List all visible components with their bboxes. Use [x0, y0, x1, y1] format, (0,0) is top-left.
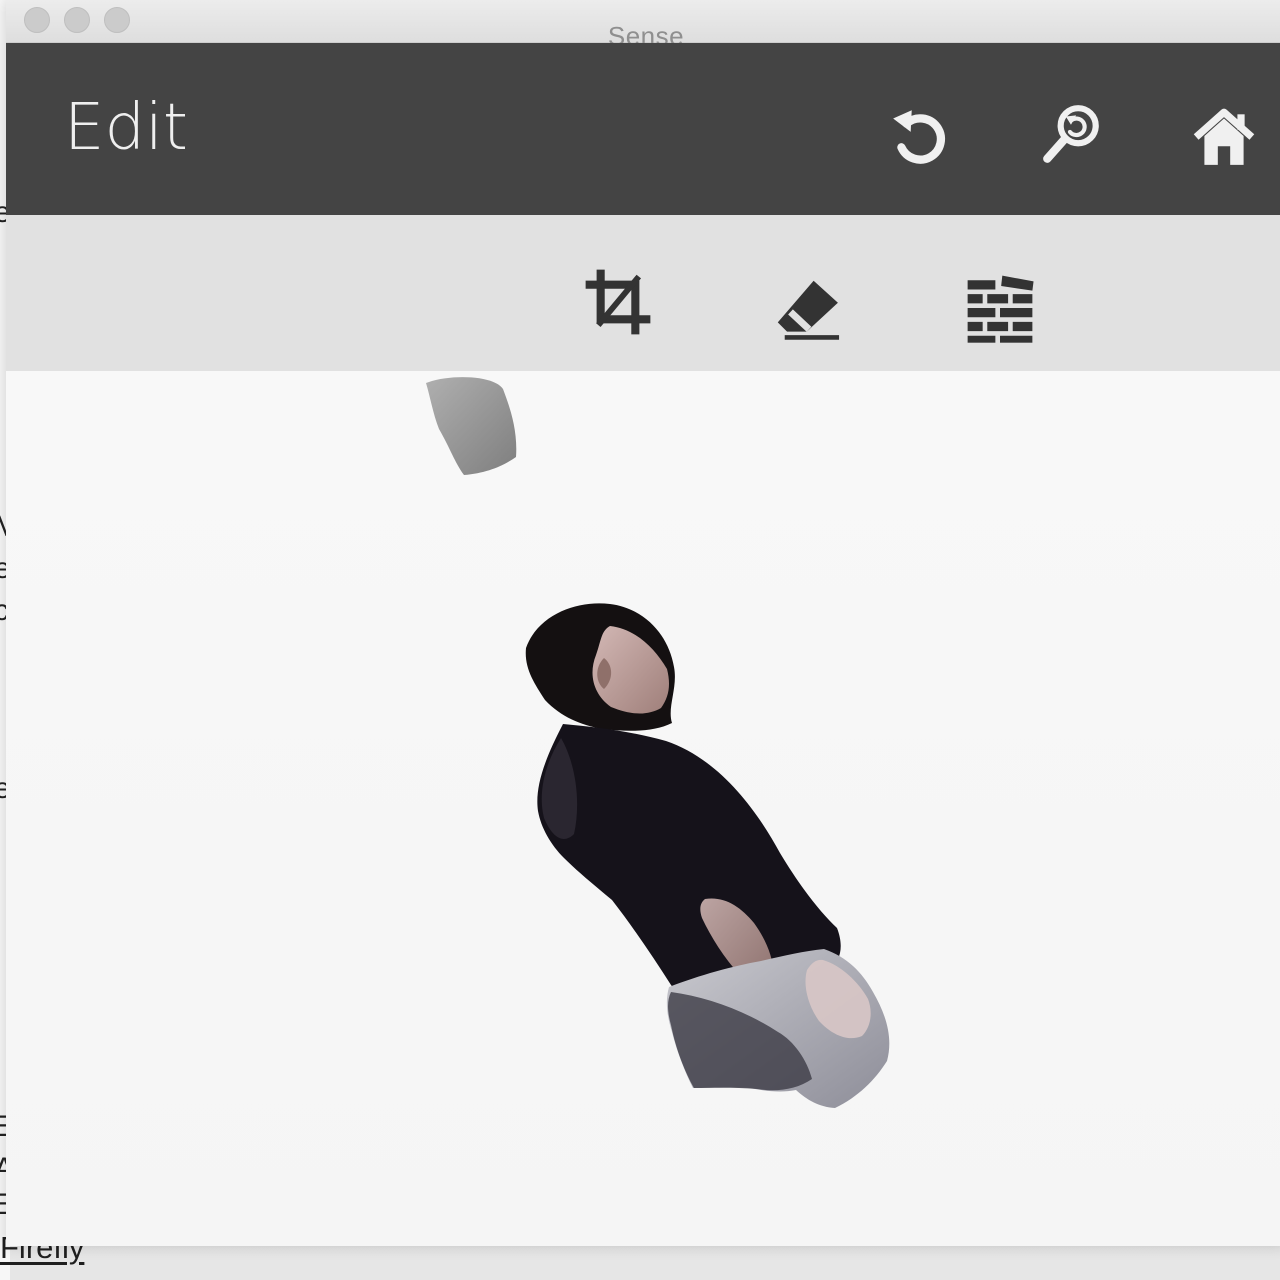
solidify-button[interactable]	[961, 269, 1039, 347]
home-button[interactable]	[1188, 101, 1260, 173]
background-text-fragment: I	[0, 1032, 2, 1066]
home-icon	[1193, 108, 1255, 165]
crop-button[interactable]	[579, 263, 657, 341]
page-title: Edit	[64, 91, 188, 165]
sense-window: Sense Edit	[6, 0, 1280, 1246]
title-bar: Sense	[6, 0, 1280, 51]
scan-model-view[interactable]	[6, 371, 1280, 1246]
brick-wall-icon	[967, 275, 1034, 343]
crop-icon	[585, 269, 651, 335]
zoom-reset-icon	[1043, 105, 1099, 163]
edit-toolbar	[6, 215, 1280, 371]
zoom-reset-button[interactable]	[1036, 99, 1108, 171]
header-bar: Edit	[6, 43, 1280, 215]
reset-icon	[893, 110, 946, 164]
erase-button[interactable]	[770, 266, 848, 344]
eraser-icon	[777, 280, 840, 340]
model-canvas[interactable]	[6, 371, 1280, 1246]
reset-view-button[interactable]	[885, 101, 957, 173]
floating-scan-fragment	[426, 377, 517, 475]
